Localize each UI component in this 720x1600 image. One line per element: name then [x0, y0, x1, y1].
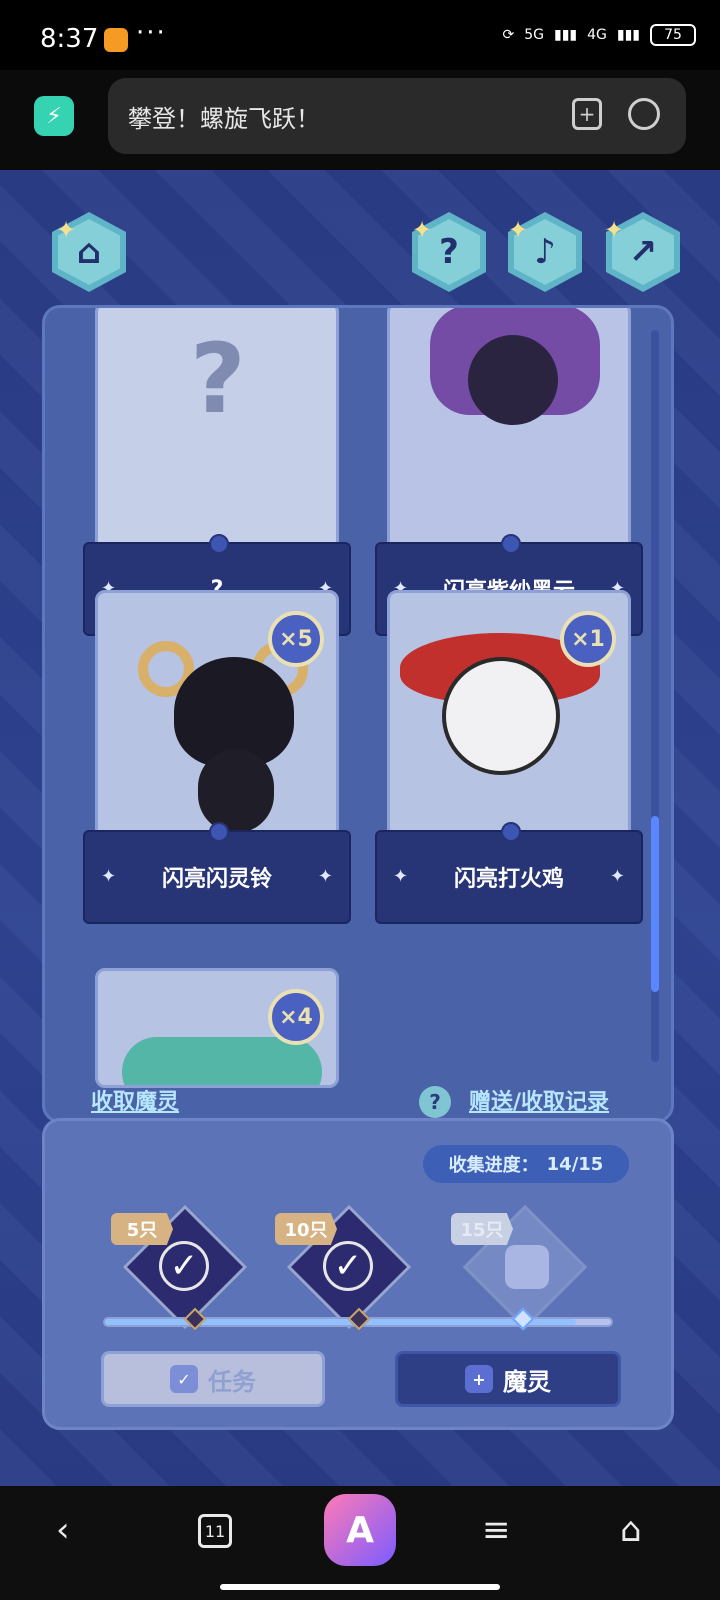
status-icons: ⟳ 5G ▮▮▮ 4G ▮▮▮ 75 [502, 24, 696, 46]
creature-art [468, 335, 558, 425]
milestone-10[interactable]: ✓ 10只 [275, 1204, 412, 1330]
card-dot [501, 822, 521, 842]
sparkle-icon: ✦ [101, 866, 117, 887]
spirit-collection-panel: ? ✦ ? ✦ ✦ 闪亮紫纱黑云 ✦ [42, 305, 674, 1123]
task-label: 任务 [208, 1367, 256, 1396]
app-notification-icon [104, 28, 128, 52]
card-dot [209, 534, 229, 554]
task-icon: ✓ [170, 1365, 198, 1393]
spirit-card[interactable]: ×1 ✦ 闪亮打火鸡 ✦ [375, 590, 643, 930]
task-button[interactable]: ✓ 任务 [101, 1351, 325, 1407]
spirit-button[interactable]: + 魔灵 [395, 1351, 621, 1407]
browser-toolbar: ⚡ 攀登！螺旋飞跃！ + [0, 70, 720, 170]
milestone-15[interactable]: 15只 [451, 1204, 588, 1330]
sparkle-icon: ✦ [393, 866, 409, 887]
signal-icon-2: ▮▮▮ [616, 27, 640, 43]
reload-icon[interactable] [628, 98, 660, 130]
spirit-card[interactable]: ×5 ✦ 闪亮闪灵铃 ✦ [83, 590, 351, 930]
progress-label: 收集进度： [448, 1155, 539, 1176]
check-icon: ✓ [323, 1241, 373, 1291]
unknown-icon: ? [190, 323, 246, 435]
help-icon[interactable]: ? [419, 1086, 451, 1118]
count-badge: ×4 [268, 989, 324, 1045]
sparkle-icon: ✦ [609, 866, 625, 887]
card-dot [501, 534, 521, 554]
page-title: 攀登！螺旋飞跃！ [128, 104, 320, 133]
security-shield-icon[interactable]: ⚡ [34, 96, 74, 136]
back-icon[interactable]: ‹ [56, 1510, 70, 1550]
check-icon: ✓ [159, 1241, 209, 1291]
count-badge: ×1 [560, 611, 616, 667]
assistant-button[interactable]: A [324, 1494, 396, 1566]
milestone-5[interactable]: ✓ 5只 [111, 1204, 248, 1330]
sparkle-icon: ✦ [604, 216, 625, 244]
collection-footer: 收取魔灵 ? 赠送/收取记录 [45, 1068, 671, 1120]
card-dot [209, 822, 229, 842]
card-image [387, 308, 631, 572]
spirit-label: 魔灵 [503, 1367, 551, 1396]
card-name: 闪亮打火鸡 [453, 867, 564, 892]
gift-records-link[interactable]: 赠送/收取记录 [469, 1084, 609, 1116]
progress-value: 14/15 [546, 1153, 604, 1175]
count-badge: ×5 [268, 611, 324, 667]
card-label: ✦ 闪亮闪灵铃 ✦ [83, 822, 351, 924]
add-bookmark-icon[interactable]: + [572, 98, 602, 130]
milestone-tag: 15只 [451, 1213, 513, 1245]
network-4g: 4G [587, 27, 607, 43]
sparkle-icon: ✦ [317, 866, 333, 887]
sparkle-icon: ✦ [508, 216, 529, 244]
sparkle-icon: ✦ [56, 216, 77, 244]
tabs-button[interactable]: 11 [198, 1514, 232, 1548]
milestone-tag: 5只 [111, 1213, 173, 1245]
battery-indicator: 75 [650, 24, 696, 46]
progress-fill [105, 1319, 576, 1325]
card-label: ✦ 闪亮打火鸡 ✦ [375, 822, 643, 924]
signal-icon: ▮▮▮ [553, 27, 578, 43]
network-5g: 5G [524, 27, 544, 43]
browser-bottom-nav: ‹ 11 A ≡ ⌂ [0, 1486, 720, 1600]
status-time: 8:37 [40, 24, 99, 54]
card-image: ×1 [387, 590, 631, 860]
collection-scrollbar[interactable] [651, 330, 659, 1062]
goat-body-art [198, 749, 274, 833]
progress-pill: 收集进度： 14/15 [423, 1145, 629, 1183]
game-canvas: ⌂ ✦ ? ✦ ♪ ✦ ↗ ✦ ? ✦ ? ✦ ✦ ✦ ×5 ✦ 闪亮闪灵铃 ✦… [0, 170, 720, 1486]
gift-box-icon [505, 1245, 549, 1289]
more-notifications-icon: ··· [136, 18, 167, 48]
address-bar[interactable]: 攀登！螺旋飞跃！ + [108, 78, 686, 154]
menu-icon[interactable]: ≡ [482, 1510, 511, 1550]
collection-progress-panel: 收集进度： 14/15 ✓ 5只 ✓ 10只 15只 ✓ 任务 + 魔灵 [42, 1118, 674, 1430]
link-icon: ⟳ [502, 27, 515, 43]
chicken-creature-art [442, 657, 560, 775]
battery-level: 75 [664, 27, 682, 43]
card-image: ×5 [95, 590, 339, 860]
card-image: ? [95, 308, 339, 572]
tabs-count: 11 [204, 1521, 226, 1541]
folder-icon: + [465, 1365, 493, 1393]
sparkle-icon: ✦ [412, 216, 433, 244]
collect-spirit-link[interactable]: 收取魔灵 [91, 1084, 179, 1116]
scroll-thumb[interactable] [651, 816, 659, 992]
milestone-tag: 10只 [275, 1213, 337, 1245]
home-indicator [220, 1584, 500, 1590]
card-name: 闪亮闪灵铃 [161, 867, 272, 892]
home-icon[interactable]: ⌂ [620, 1510, 642, 1550]
